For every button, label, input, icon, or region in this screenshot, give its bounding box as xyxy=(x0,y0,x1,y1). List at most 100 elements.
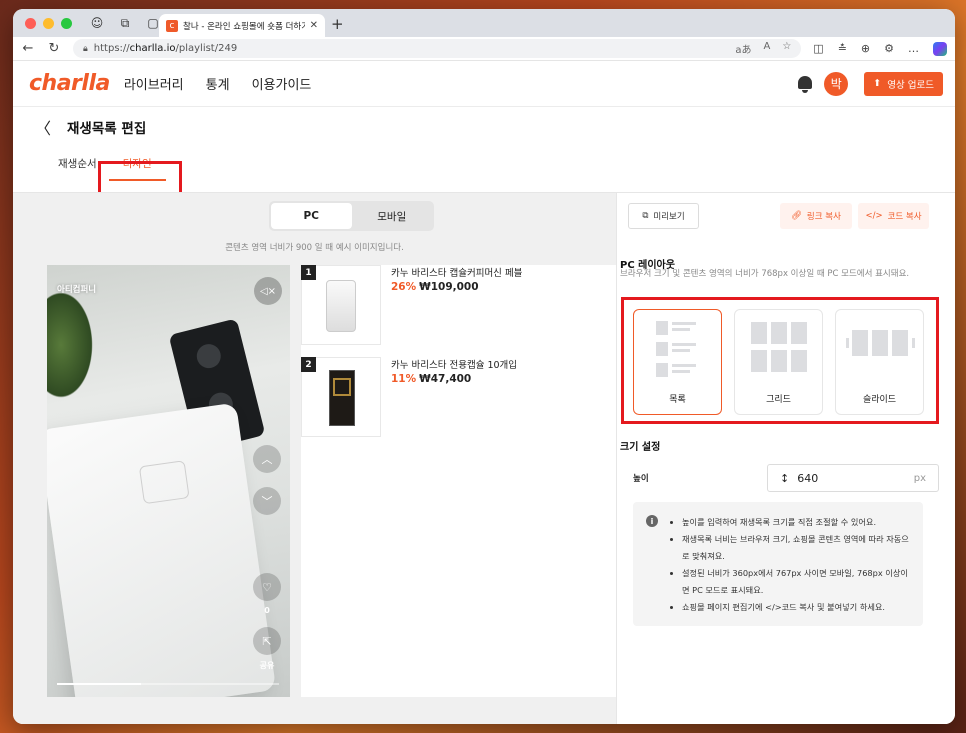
info-item: 설정된 너비가 360px에서 767px 사이면 모바일, 768px 이상이… xyxy=(682,565,911,599)
size-title: 크기 설정 xyxy=(620,442,661,453)
mute-icon[interactable]: ◁× xyxy=(254,277,282,305)
avatar[interactable]: 박 xyxy=(824,71,849,96)
more-icon[interactable]: … xyxy=(908,42,919,55)
minimize-window-button[interactable] xyxy=(43,17,54,29)
url-path: /playlist/249 xyxy=(175,43,238,54)
nav-guide[interactable]: 이용가이드 xyxy=(252,74,312,93)
info-item: 재생목록 너비는 브라우저 크기, 쇼핑몰 콘텐츠 영역에 따라 자동으로 맞춰… xyxy=(682,531,911,565)
copy-link-label: 링크 복사 xyxy=(806,212,841,222)
mode-mobile[interactable]: 모바일 xyxy=(352,203,433,229)
back-chevron-icon[interactable]: 〈 xyxy=(35,115,51,139)
product-rank: 2 xyxy=(301,357,316,372)
browser-tab[interactable]: c 찰나 - 온라인 쇼핑몰에 숏폼 더하기 ✕ xyxy=(159,14,325,37)
url-host: charlla.io xyxy=(129,43,176,54)
upload-video-button[interactable]: ⬆ 영상 업로드 xyxy=(864,71,943,96)
refresh-icon[interactable]: ↻ xyxy=(47,41,61,56)
mode-pc[interactable]: PC xyxy=(271,203,352,229)
favorites-icon[interactable]: ≛ xyxy=(838,42,847,55)
prev-video-chevron-up-icon[interactable]: ︿ xyxy=(253,445,281,473)
copy-code-button[interactable]: </> 코드 복사 xyxy=(858,203,929,229)
extensions-icon[interactable]: ⚙ xyxy=(884,42,894,55)
product-price-row: 11% ₩47,400 xyxy=(391,373,471,385)
close-tab-icon[interactable]: ✕ xyxy=(310,20,318,31)
nav-stats[interactable]: 통계 xyxy=(206,74,230,93)
split-screen-icon[interactable]: ◫ xyxy=(813,42,823,55)
video-progress-bar[interactable] xyxy=(57,683,279,685)
product-item[interactable]: 1 카누 바리스타 캡슐커피머신 페블 26% ₩109,000 xyxy=(301,265,616,347)
link-icon: 🔗︎ xyxy=(791,211,802,221)
editor-main: PC 모바일 콘텐츠 영역 너비가 900 일 때 예시 이미지입니다. 아티컴… xyxy=(13,192,955,724)
product-name: 카누 바리스타 캡슐커피머신 페블 xyxy=(391,268,523,279)
back-arrow-icon[interactable]: ← xyxy=(21,41,35,56)
close-window-button[interactable] xyxy=(25,17,36,29)
height-label: 높이 xyxy=(633,474,649,484)
product-list: 1 카누 바리스타 캡슐커피머신 페블 26% ₩109,000 2 카누 바리스… xyxy=(301,265,616,697)
product-rank: 1 xyxy=(301,265,316,280)
preview-label: 미리보기 xyxy=(653,212,685,222)
product-name: 카누 바리스타 전용캡슐 10개입 xyxy=(391,360,518,371)
info-item: 높이를 입력하여 재생목록 크기를 직접 조절할 수 있어요. xyxy=(682,514,911,531)
height-unit: px xyxy=(913,472,926,484)
coffee-machine-image xyxy=(47,402,277,697)
upload-icon: ⬆ xyxy=(873,78,882,89)
copilot-icon[interactable] xyxy=(933,41,947,56)
plant-image xyxy=(47,285,97,405)
lock-icon: 🔒︎ xyxy=(83,43,88,54)
info-box: i 높이를 입력하여 재생목록 크기를 직접 조절할 수 있어요. 재생목록 너… xyxy=(633,502,923,626)
charlla-logo[interactable]: charlla xyxy=(29,71,110,96)
url-prefix: https:// xyxy=(93,43,130,54)
maximize-window-button[interactable] xyxy=(61,17,72,29)
collections-icon[interactable]: ⊕ xyxy=(861,42,870,55)
product-price-row: 26% ₩109,000 xyxy=(391,281,479,293)
tab-title: 찰나 - 온라인 쇼핑몰에 숏폼 더하기 xyxy=(183,21,305,32)
page-title: 재생목록 편집 xyxy=(67,121,147,137)
preview-button[interactable]: ⧉ 미리보기 xyxy=(628,203,699,229)
top-nav: 라이브러리 통계 이용가이드 xyxy=(124,74,312,93)
url-field[interactable]: 🔒︎ https://charlla.io/playlist/249 aあ A … xyxy=(73,39,802,58)
tab-play-order[interactable]: 재생순서 xyxy=(58,156,97,181)
preview-note: 콘텐츠 영역 너비가 900 일 때 예시 이미지입니다. xyxy=(225,243,404,253)
product-item[interactable]: 2 카누 바리스타 전용캡슐 10개입 11% ₩47,400 xyxy=(301,357,616,439)
layout-desc: 브라우저 크기 및 콘텐츠 영역의 너비가 768px 이상일 때 PC 모드에… xyxy=(620,269,910,279)
code-icon: </> xyxy=(865,211,883,221)
tab-bar: ☺ ⧉ ▢ c 찰나 - 온라인 쇼핑몰에 숏폼 더하기 ✕ + xyxy=(13,9,955,37)
device-toggle: PC 모바일 xyxy=(269,201,434,231)
new-tab-icon[interactable]: + xyxy=(331,15,344,33)
product-discount: 26% xyxy=(391,281,417,293)
product-discount: 11% xyxy=(391,373,417,385)
like-count: 0 xyxy=(264,606,270,615)
video-channel-label: 아티컴퍼니 xyxy=(57,285,97,295)
favicon-icon: c xyxy=(166,19,178,32)
product-price: ₩47,400 xyxy=(419,373,472,385)
translate-icon[interactable]: aあ xyxy=(735,41,751,56)
layout-highlight xyxy=(621,297,939,424)
notification-bell-icon[interactable] xyxy=(796,75,814,93)
video-player[interactable]: 아티컴퍼니 ◁× ︿ ﹀ ♡ 0 ⇱ 공유 xyxy=(47,265,290,697)
height-input[interactable]: ↕ 640 px xyxy=(767,464,939,492)
height-value: 640 xyxy=(797,471,819,485)
address-bar: ← ↻ 🔒︎ https://charlla.io/playlist/249 a… xyxy=(13,37,955,61)
share-label: 공유 xyxy=(259,661,275,670)
preview-area: PC 모바일 콘텐츠 영역 너비가 900 일 때 예시 이미지입니다. 아티컴… xyxy=(13,193,616,724)
nav-library[interactable]: 라이브러리 xyxy=(124,74,184,93)
heart-icon[interactable]: ♡ xyxy=(253,573,281,601)
profile-icon[interactable]: ☺ xyxy=(90,16,104,30)
read-aloud-icon[interactable]: A xyxy=(763,41,770,56)
favorite-star-icon[interactable]: ☆ xyxy=(782,41,791,56)
settings-panel: ⧉ 미리보기 🔗︎ 링크 복사 </> 코드 복사 PC 레이아웃 브라우저 크… xyxy=(616,193,955,724)
external-link-icon: ⧉ xyxy=(642,211,649,221)
upload-label: 영상 업로드 xyxy=(887,79,934,91)
workspaces-icon[interactable]: ⧉ xyxy=(118,16,132,30)
height-row: 높이 ↕ 640 px xyxy=(633,463,939,493)
resize-vertical-icon: ↕ xyxy=(780,471,790,485)
tab-actions-icon[interactable]: ▢ xyxy=(146,16,160,30)
product-price: ₩109,000 xyxy=(419,281,479,293)
browser-window: ☺ ⧉ ▢ c 찰나 - 온라인 쇼핑몰에 숏폼 더하기 ✕ + ← ↻ 🔒︎ … xyxy=(13,9,955,724)
copy-link-button[interactable]: 🔗︎ 링크 복사 xyxy=(780,203,852,229)
next-video-chevron-down-icon[interactable]: ﹀ xyxy=(253,487,281,515)
app-header: charlla 라이브러리 통계 이용가이드 박 ⬆ 영상 업로드 xyxy=(13,61,955,107)
share-icon[interactable]: ⇱ xyxy=(253,627,281,655)
info-item: 쇼핑몰 페이지 편집기에 </>코드 복사 및 붙여넣기 하세요. xyxy=(682,599,911,616)
copy-code-label: 코드 복사 xyxy=(887,212,922,222)
page-title-row: 〈 재생목록 편집 xyxy=(13,107,955,147)
